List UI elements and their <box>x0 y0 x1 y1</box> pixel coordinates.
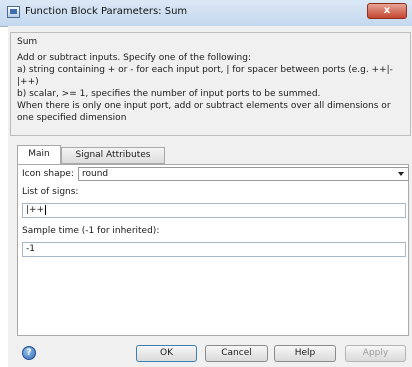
title-bar: Function Block Parameters: Sum x <box>0 0 412 27</box>
text-caret <box>45 204 47 215</box>
question-circle-icon[interactable]: ? <box>22 346 36 360</box>
list-of-signs-label: List of signs: <box>22 187 79 197</box>
icon-shape-label: Icon shape: <box>22 169 74 179</box>
chevron-down-icon <box>398 172 404 176</box>
tab-main[interactable]: Main <box>17 145 61 165</box>
cancel-button[interactable]: Cancel <box>205 345 268 362</box>
close-button[interactable]: x <box>367 3 407 19</box>
sample-time-input[interactable]: -1 <box>22 242 406 257</box>
list-of-signs-input[interactable]: |++ <box>22 203 406 218</box>
app-icon <box>7 6 20 18</box>
tab-signal-attributes[interactable]: Signal Attributes <box>61 147 165 164</box>
ok-button[interactable]: OK <box>136 345 197 362</box>
icon-shape-value: round <box>82 169 109 179</box>
close-icon: x <box>383 5 391 16</box>
window-title: Function Block Parameters: Sum <box>25 6 188 17</box>
icon-shape-select[interactable]: round <box>78 167 409 181</box>
list-of-signs-value: |++ <box>26 205 45 215</box>
apply-button[interactable]: Apply <box>345 345 406 362</box>
block-description: Add or subtract inputs. Specify one of t… <box>17 53 393 123</box>
sample-time-value: -1 <box>26 244 35 254</box>
block-name: Sum <box>17 37 38 47</box>
help-button[interactable]: Help <box>274 345 336 362</box>
sample-time-label: Sample time (-1 for inherited): <box>22 226 160 236</box>
